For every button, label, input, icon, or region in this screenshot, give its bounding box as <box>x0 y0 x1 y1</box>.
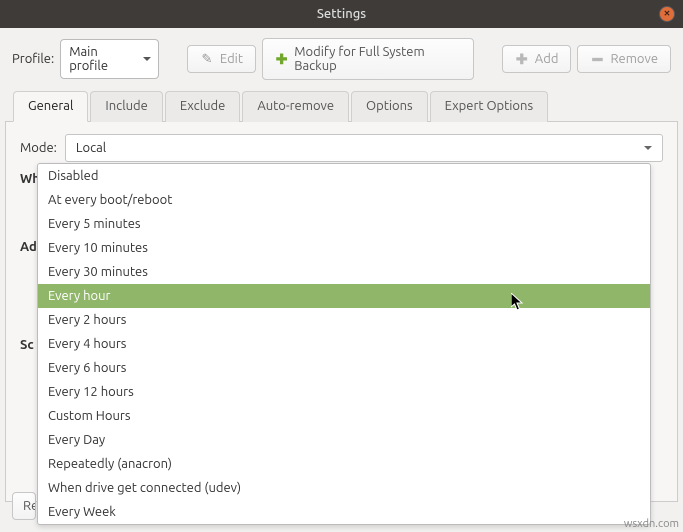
dropdown-item[interactable]: Every hour <box>38 284 650 308</box>
schedule-dropdown[interactable]: DisabledAt every boot/rebootEvery 5 minu… <box>37 163 651 525</box>
pencil-icon: ✎ <box>200 52 214 66</box>
add-label: Add <box>535 52 559 66</box>
bottom-bar: Res <box>12 492 36 523</box>
tab-general[interactable]: General <box>13 91 88 122</box>
restore-button-partial[interactable]: Res <box>12 492 36 520</box>
dropdown-item[interactable]: Every 4 hours <box>38 332 650 356</box>
dropdown-item[interactable]: Every Week <box>38 500 650 524</box>
dropdown-item[interactable]: Every 5 minutes <box>38 212 650 236</box>
dropdown-item[interactable]: Every 12 hours <box>38 380 650 404</box>
dropdown-item[interactable]: Every 2 hours <box>38 308 650 332</box>
remove-button[interactable]: ━ Remove <box>577 45 671 73</box>
tab-strip: General Include Exclude Auto-remove Opti… <box>5 90 678 122</box>
dropdown-item[interactable]: Every 6 hours <box>38 356 650 380</box>
close-icon[interactable] <box>659 6 675 22</box>
window-title: Settings <box>317 7 366 21</box>
dropdown-item[interactable]: Repeatedly (anacron) <box>38 452 650 476</box>
profile-select-value: Main profile <box>69 45 108 73</box>
mode-select[interactable]: Local <box>65 134 663 162</box>
dropdown-item[interactable]: Every 10 minutes <box>38 236 650 260</box>
dropdown-item[interactable]: Every 30 minutes <box>38 260 650 284</box>
dropdown-item[interactable]: Every Day <box>38 428 650 452</box>
profile-label: Profile: <box>12 52 54 66</box>
mode-select-value: Local <box>76 141 106 155</box>
dropdown-item[interactable]: Disabled <box>38 164 650 188</box>
tab-exclude[interactable]: Exclude <box>165 91 241 122</box>
title-bar: Settings <box>0 0 683 28</box>
remove-label: Remove <box>610 52 658 66</box>
modify-button[interactable]: ✚ Modify for Full System Backup <box>262 38 474 80</box>
minus-icon: ━ <box>590 52 604 66</box>
edit-label: Edit <box>220 52 243 66</box>
plus-gray-icon: ✚ <box>515 52 529 66</box>
watermark: wsxdn.com <box>624 518 679 530</box>
dropdown-item[interactable]: When drive get connected (udev) <box>38 476 650 500</box>
plus-icon: ✚ <box>275 52 288 66</box>
tab-autoremove[interactable]: Auto-remove <box>242 91 349 122</box>
tab-expert[interactable]: Expert Options <box>430 91 548 122</box>
dropdown-item[interactable]: At every boot/reboot <box>38 188 650 212</box>
modify-label: Modify for Full System Backup <box>294 45 461 73</box>
dropdown-item[interactable]: Custom Hours <box>38 404 650 428</box>
tab-options[interactable]: Options <box>351 91 428 122</box>
add-button[interactable]: ✚ Add <box>502 45 572 73</box>
toolbar: Profile: Main profile ✎ Edit ✚ Modify fo… <box>0 28 683 90</box>
mode-label: Mode: <box>20 141 57 155</box>
edit-button[interactable]: ✎ Edit <box>187 45 256 73</box>
profile-select[interactable]: Main profile <box>60 39 159 79</box>
tab-include[interactable]: Include <box>90 91 162 122</box>
